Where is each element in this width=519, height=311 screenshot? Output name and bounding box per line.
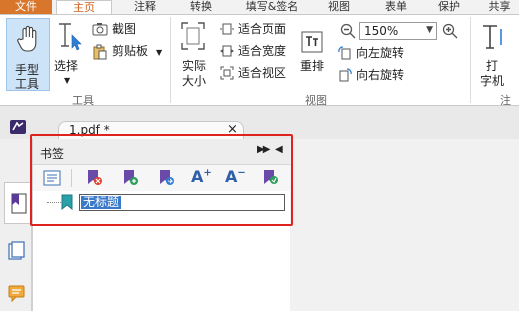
ribbon-divider — [170, 17, 171, 103]
screenshot-button[interactable]: 截图 — [92, 21, 152, 39]
reflow-icon — [301, 31, 323, 53]
typewriter-label-1: 打 — [486, 59, 499, 73]
camera-icon — [92, 23, 108, 36]
highlight-annotation-box — [30, 134, 293, 226]
hand-tool-label-1: 手型 — [15, 63, 40, 77]
navigation-panel-strip — [0, 139, 34, 311]
zoom-in-icon[interactable] — [442, 23, 458, 39]
fit-width-icon — [220, 45, 234, 57]
pages-thumbnail-icon[interactable] — [8, 241, 26, 261]
hand-tool-label-2: 工具 — [15, 77, 40, 91]
fit-visible-icon — [220, 66, 234, 80]
ribbon-divider — [470, 17, 471, 103]
tab-share[interactable]: 共享 — [480, 0, 519, 14]
fit-visible-label: 适合视区 — [238, 66, 287, 80]
reflow-button[interactable]: 重排 — [298, 19, 328, 91]
document-area — [290, 139, 519, 311]
zoom-select[interactable]: 150% ▼ — [359, 22, 437, 40]
fit-page-button[interactable]: 适合页面 — [220, 21, 292, 39]
select-button[interactable]: 选择 ▼ — [54, 19, 82, 91]
fit-width-label: 适合宽度 — [238, 44, 287, 58]
menu-tab-bar: 文件 主页 注释 转换 填写&签名 视图 表单 保护 共享 — [0, 0, 519, 15]
fit-visible-button[interactable]: 适合视区 — [220, 65, 292, 83]
tab-file[interactable]: 文件 — [0, 0, 52, 14]
screenshot-label: 截图 — [112, 22, 137, 36]
clipboard-dropdown-icon: ▼ — [156, 48, 163, 57]
comments-icon[interactable] — [8, 285, 26, 303]
rotate-right-label: 向右旋转 — [356, 68, 405, 82]
bookmark-page-icon — [11, 193, 27, 214]
tab-fill-sign[interactable]: 填写&签名 — [236, 0, 308, 14]
tab-protect[interactable]: 保护 — [424, 0, 474, 14]
select-label: 选择 — [54, 59, 79, 73]
text-select-icon — [59, 23, 82, 51]
clipboard-label: 剪贴板 — [112, 44, 149, 58]
typewriter-icon — [483, 25, 502, 49]
hand-icon — [17, 25, 37, 52]
actual-size-button[interactable]: 实际 大小 — [176, 19, 212, 91]
reflow-label: 重排 — [300, 59, 325, 73]
tab-view[interactable]: 视图 — [316, 0, 362, 14]
tab-home[interactable]: 主页 — [56, 0, 112, 15]
rotate-right-icon — [339, 68, 352, 82]
tab-form[interactable]: 表单 — [368, 0, 424, 14]
typewriter-button[interactable]: 打 字机 — [476, 19, 512, 91]
fit-width-button[interactable]: 适合宽度 — [220, 43, 292, 61]
fit-page-label: 适合页面 — [238, 22, 287, 36]
rotate-left-button[interactable]: 向左旋转 — [338, 45, 438, 63]
zoom-dropdown-icon: ▼ — [426, 25, 433, 35]
tab-comment[interactable]: 注释 — [122, 0, 168, 14]
actual-size-label-2: 大小 — [182, 74, 207, 88]
rotate-left-label: 向左旋转 — [356, 46, 405, 60]
select-dropdown-icon: ▼ — [64, 76, 71, 85]
tab-convert[interactable]: 转换 — [172, 0, 230, 14]
actual-size-label-1: 实际 — [182, 59, 207, 73]
fit-page-icon — [220, 23, 234, 35]
hand-tool-button[interactable]: 手型 工具 — [6, 18, 50, 91]
typewriter-label-2: 字机 — [480, 74, 505, 88]
zoom-out-icon[interactable] — [340, 23, 356, 39]
rotate-left-icon — [338, 46, 351, 60]
ribbon: 手型 工具 选择 ▼ 截图 剪贴板 ▼ 工具 实际 大小 适合页面 适合宽度 适… — [0, 14, 519, 123]
actual-size-icon — [181, 22, 205, 50]
clipboard-icon — [93, 44, 107, 60]
clipboard-button[interactable]: 剪贴板 ▼ — [92, 43, 164, 61]
zoom-value: 150% — [364, 24, 399, 38]
app-logo-icon — [10, 120, 26, 134]
rotate-right-button[interactable]: 向右旋转 — [338, 67, 438, 85]
